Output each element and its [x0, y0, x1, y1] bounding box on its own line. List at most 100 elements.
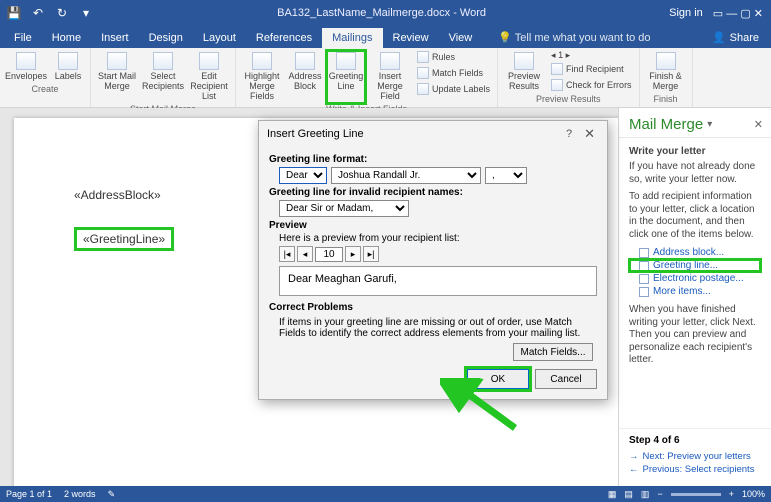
address-block-link[interactable]: Address block... [629, 246, 761, 259]
cancel-button[interactable]: Cancel [535, 369, 597, 389]
zoom-in-icon[interactable]: + [729, 489, 734, 499]
update-labels-button[interactable]: Update Labels [414, 82, 493, 98]
zoom-slider[interactable] [671, 493, 721, 496]
view-read-icon[interactable]: ▦ [608, 489, 617, 500]
ok-button[interactable]: OK [467, 369, 529, 389]
page-indicator[interactable]: Page 1 of 1 [6, 489, 52, 499]
format-label: Greeting line format: [269, 154, 597, 165]
next-record-button[interactable]: ▸ [345, 246, 361, 262]
recipients-icon [153, 52, 173, 70]
tab-review[interactable]: Review [383, 28, 439, 48]
electronic-postage-link[interactable]: Electronic postage... [629, 272, 761, 285]
insert-greeting-line-dialog: Insert Greeting Line ? ✕ Greeting line f… [258, 120, 608, 400]
rules-button[interactable]: Rules [414, 50, 493, 66]
tab-mailings[interactable]: Mailings [322, 28, 382, 48]
envelope-icon [16, 52, 36, 70]
check-errors-button[interactable]: Check for Errors [548, 78, 635, 94]
correct-label: Correct Problems [269, 302, 597, 313]
proofing-icon[interactable]: ✎ [108, 489, 116, 500]
view-web-icon[interactable]: ▥ [641, 489, 650, 500]
zoom-level[interactable]: 100% [742, 489, 765, 499]
tab-view[interactable]: View [439, 28, 483, 48]
labels-button[interactable]: Labels [50, 50, 86, 84]
titlebar: 💾 ↶ ↻ ▾ BA132_LastName_Mailmerge.docx - … [0, 0, 771, 26]
greeting-word-select[interactable]: Dear [279, 167, 327, 184]
match-fields-button[interactable]: Match Fields [414, 66, 493, 82]
record-number-input[interactable] [315, 247, 343, 262]
maximize-icon[interactable]: ▢ [740, 8, 750, 20]
greeting-line-field[interactable]: «GreetingLine» [74, 227, 174, 251]
greeting-line-link[interactable]: Greeting line... [629, 259, 761, 272]
sign-in-link[interactable]: Sign in [669, 7, 703, 19]
help-icon[interactable]: ? [558, 128, 580, 140]
tab-design[interactable]: Design [139, 28, 193, 48]
pane-p3: When you have finished writing your lett… [629, 304, 761, 367]
close-icon[interactable]: ✕ [754, 8, 763, 20]
prev-step-link[interactable]: ←Previous: Select recipients [629, 463, 761, 476]
group-finish: Finish [644, 94, 688, 105]
tab-insert[interactable]: Insert [91, 28, 139, 48]
share-button[interactable]: 👤Share [700, 27, 771, 48]
punctuation-select[interactable]: , [485, 167, 527, 184]
rules-icon [417, 51, 429, 63]
update-icon [417, 83, 429, 95]
undo-icon[interactable]: ↶ [30, 5, 46, 21]
group-preview: Preview Results [502, 94, 635, 105]
last-record-button[interactable]: ▸| [363, 246, 379, 262]
edit-recipient-list-button[interactable]: Edit Recipient List [187, 50, 231, 104]
select-recipients-button[interactable]: Select Recipients [141, 50, 185, 104]
doc-icon [639, 274, 649, 284]
edit-list-icon [199, 52, 219, 70]
dialog-close-icon[interactable]: ✕ [580, 126, 599, 142]
next-step-link[interactable]: →Next: Preview your letters [629, 450, 761, 463]
greeting-line-button[interactable]: Greeting Line [326, 50, 366, 104]
address-block-field[interactable]: «AddressBlock» [74, 188, 161, 202]
find-icon [551, 63, 563, 75]
highlight-merge-fields-button[interactable]: Highlight Merge Fields [240, 50, 284, 104]
invalid-greeting-select[interactable]: Dear Sir or Madam, [279, 200, 409, 217]
view-print-icon[interactable]: ▤ [624, 489, 633, 500]
prev-record-button[interactable]: ◂ [297, 246, 313, 262]
labels-icon [58, 52, 78, 70]
save-icon[interactable]: 💾 [6, 5, 22, 21]
arrow-right-icon: → [629, 451, 639, 462]
tab-file[interactable]: File [4, 28, 42, 48]
preview-icon [514, 52, 534, 70]
preview-text-box: Dear Meaghan Garufi, [279, 266, 597, 296]
highlight-icon [252, 52, 272, 70]
mail-merge-icon [107, 52, 127, 70]
match-fields-dialog-button[interactable]: Match Fields... [513, 343, 593, 361]
name-format-select[interactable]: Joshua Randall Jr. [331, 167, 481, 184]
preview-results-button[interactable]: Preview Results [502, 50, 546, 94]
tab-layout[interactable]: Layout [193, 28, 246, 48]
pane-close-icon[interactable]: ✕ [754, 118, 763, 131]
record-nav[interactable]: ◂ 1 ▸ [548, 50, 635, 62]
ribbon: Envelopes Labels Create Start Mail Merge… [0, 48, 771, 108]
address-block-button[interactable]: Address Block [286, 50, 324, 104]
find-recipient-button[interactable]: Find Recipient [548, 62, 635, 78]
tab-home[interactable]: Home [42, 28, 91, 48]
zoom-out-icon[interactable]: − [657, 489, 662, 499]
finish-icon [656, 52, 676, 70]
insert-merge-field-button[interactable]: Insert Merge Field [368, 50, 412, 104]
status-bar: Page 1 of 1 2 words ✎ ▦ ▤ ▥ − + 100% [0, 486, 771, 502]
first-record-button[interactable]: |◂ [279, 246, 295, 262]
redo-icon[interactable]: ↻ [54, 5, 70, 21]
check-icon [551, 79, 563, 91]
start-mail-merge-button[interactable]: Start Mail Merge [95, 50, 139, 104]
pane-dropdown-icon[interactable]: ▾ [707, 119, 712, 130]
step-indicator: Step 4 of 6 [629, 435, 761, 446]
share-icon: 👤 [712, 31, 726, 44]
word-count[interactable]: 2 words [64, 489, 96, 499]
qat-dropdown-icon[interactable]: ▾ [78, 5, 94, 21]
minimize-icon[interactable]: — [726, 8, 737, 20]
address-block-icon [295, 52, 315, 70]
finish-merge-button[interactable]: Finish & Merge [644, 50, 688, 94]
tell-me[interactable]: 💡 Tell me what you want to do [488, 27, 660, 48]
doc-icon [639, 287, 649, 297]
more-items-link[interactable]: More items... [629, 285, 761, 298]
tab-references[interactable]: References [246, 28, 322, 48]
ribbon-options-icon[interactable]: ▭ [713, 8, 723, 20]
envelopes-button[interactable]: Envelopes [4, 50, 48, 84]
arrow-left-icon: ← [629, 464, 639, 475]
